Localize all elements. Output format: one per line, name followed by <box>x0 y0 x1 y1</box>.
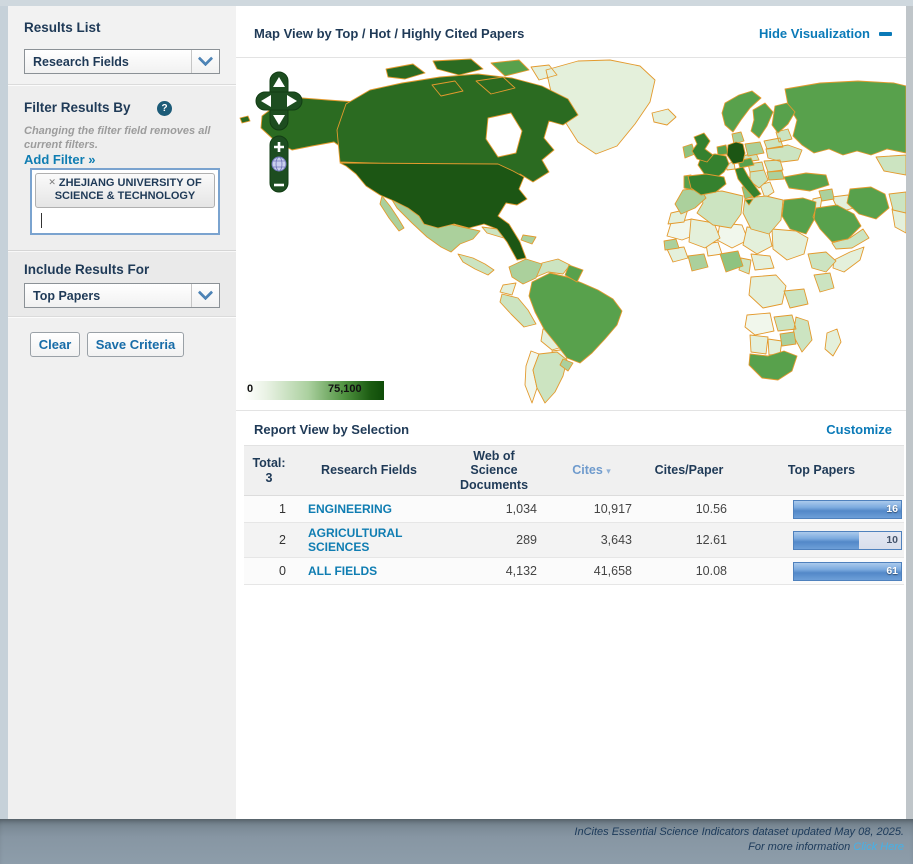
row-rank: 0 <box>244 564 294 578</box>
map-legend-gradient: 0 75,100 <box>244 381 384 400</box>
frame-left <box>0 6 8 819</box>
total-count: 3 <box>248 471 290 485</box>
customize-link[interactable]: Customize <box>826 422 892 437</box>
frame-right <box>906 6 913 819</box>
top-papers-value: 16 <box>886 503 898 515</box>
top-papers-value: 10 <box>886 534 898 546</box>
legend-min-label: 0 <box>247 383 253 395</box>
map-controls[interactable] <box>250 68 310 204</box>
legend-max-label: 75,100 <box>328 383 362 395</box>
col-cites-per-paper[interactable]: Cites/Paper <box>639 460 739 480</box>
cites-label: Cites <box>572 463 603 477</box>
top-papers-bar-fill <box>794 563 901 580</box>
row-rank: 1 <box>244 502 294 516</box>
sort-descending-icon: ▾ <box>606 466 611 476</box>
filter-tag: ✕ZHEJIANG UNIVERSITY OF SCIENCE & TECHNO… <box>35 173 215 208</box>
row-cites-per-paper: 10.56 <box>639 502 739 516</box>
map-country-uk[interactable] <box>692 133 713 162</box>
top-papers-bar-fill <box>794 501 901 518</box>
filter-tags-input[interactable]: ✕ZHEJIANG UNIVERSITY OF SCIENCE & TECHNO… <box>30 168 220 235</box>
results-list-heading: Results List <box>24 20 101 35</box>
top-papers-bar: 10 <box>793 531 902 550</box>
table-row: 0 ALL FIELDS 4,132 41,658 10.08 61 <box>244 558 904 585</box>
help-icon[interactable]: ? <box>157 101 172 116</box>
include-results-dropdown[interactable]: Top Papers <box>24 283 220 308</box>
row-documents: 289 <box>444 533 544 547</box>
globe-icon[interactable] <box>272 157 286 171</box>
map-canvas[interactable] <box>236 58 906 410</box>
footer-line2: For more information Click Here <box>0 840 904 855</box>
include-results-dropdown-value: Top Papers <box>25 284 191 307</box>
save-criteria-button[interactable]: Save Criteria <box>87 332 184 357</box>
hide-visualization-link[interactable]: Hide Visualization <box>759 26 892 41</box>
report-table-header: Total: 3 Research Fields Web of Science … <box>244 445 904 496</box>
footer-line1: InCites Essential Science Indicators dat… <box>0 825 904 840</box>
chevron-down-icon[interactable] <box>191 50 219 73</box>
row-cites-per-paper: 10.08 <box>639 564 739 578</box>
add-filter-link[interactable]: Add Filter » <box>24 152 96 167</box>
col-research-fields[interactable]: Research Fields <box>294 460 444 480</box>
sidebar: Results List Research Fields Filter Resu… <box>8 6 236 819</box>
hide-visualization-label: Hide Visualization <box>759 26 870 41</box>
top-papers-bar: 16 <box>793 500 902 519</box>
row-top-papers-cell: 10 <box>739 531 904 550</box>
clear-button[interactable]: Clear <box>30 332 80 357</box>
report-table: Total: 3 Research Fields Web of Science … <box>244 445 904 585</box>
filter-tag-label: ZHEJIANG UNIVERSITY OF SCIENCE & TECHNOL… <box>55 177 202 202</box>
text-caret <box>41 213 42 228</box>
main-panel: Map View by Top / Hot / Highly Cited Pap… <box>236 6 906 819</box>
row-cites: 10,917 <box>544 502 639 516</box>
world-choropleth-map[interactable]: 0 75,100 <box>236 58 906 410</box>
total-header: Total: 3 <box>244 453 294 488</box>
map-country-russia[interactable] <box>785 81 906 155</box>
row-top-papers-cell: 16 <box>739 500 904 519</box>
map-country-germany[interactable] <box>727 142 745 164</box>
row-field-link[interactable]: ALL FIELDS <box>294 564 444 578</box>
click-here-link[interactable]: Click Here <box>853 841 904 853</box>
collapse-minus-icon[interactable] <box>879 32 892 36</box>
col-top-papers[interactable]: Top Papers <box>739 460 904 480</box>
close-icon[interactable]: ✕ <box>48 177 56 187</box>
row-rank: 2 <box>244 533 294 547</box>
results-list-dropdown[interactable]: Research Fields <box>24 49 220 74</box>
row-documents: 1,034 <box>444 502 544 516</box>
report-view-title: Report View by Selection <box>254 422 409 437</box>
row-cites: 41,658 <box>544 564 639 578</box>
row-top-papers-cell: 61 <box>739 562 904 581</box>
footer: InCites Essential Science Indicators dat… <box>0 819 913 864</box>
filter-heading: Filter Results By <box>24 100 131 115</box>
chevron-down-icon[interactable] <box>191 284 219 307</box>
row-field-link[interactable]: ENGINEERING <box>294 502 444 516</box>
col-wos-documents[interactable]: Web of Science Documents <box>444 446 544 495</box>
row-cites: 3,643 <box>544 533 639 547</box>
top-papers-bar-fill <box>794 532 859 549</box>
map-country-brazil[interactable] <box>529 273 622 363</box>
footer-line2-text: For more information <box>748 841 850 853</box>
row-field-link[interactable]: AGRICULTURAL SCIENCES <box>294 526 444 555</box>
filter-note: Changing the filter field removes all cu… <box>24 124 222 153</box>
top-papers-value: 61 <box>886 565 898 577</box>
map-country-usa[interactable] <box>340 163 527 260</box>
table-row: 1 ENGINEERING 1,034 10,917 10.56 16 <box>244 496 904 523</box>
col-cites-sorted[interactable]: Cites ▾ <box>544 460 639 480</box>
map-view-title: Map View by Top / Hot / Highly Cited Pap… <box>254 26 524 41</box>
total-label: Total: <box>248 456 290 470</box>
divider <box>236 410 906 411</box>
actions-section <box>8 316 236 820</box>
top-papers-bar: 61 <box>793 562 902 581</box>
row-cites-per-paper: 12.61 <box>639 533 739 547</box>
row-documents: 4,132 <box>444 564 544 578</box>
table-row: 2 AGRICULTURAL SCIENCES 289 3,643 12.61 … <box>244 523 904 558</box>
include-results-heading: Include Results For <box>24 262 149 277</box>
results-list-dropdown-value: Research Fields <box>25 50 191 73</box>
